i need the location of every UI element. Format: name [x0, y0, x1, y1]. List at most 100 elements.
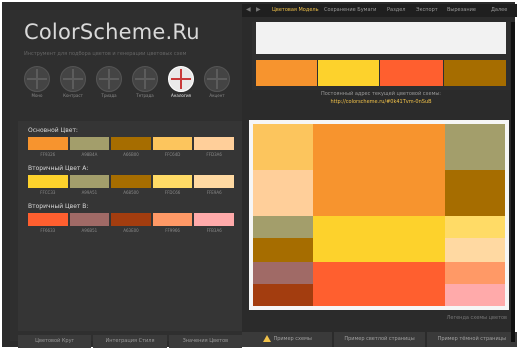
secondary-a-swatch-4[interactable]: [152, 175, 193, 188]
nav-item-cut[interactable]: Вырезание: [447, 7, 476, 13]
secondary-b-swatch-row: [28, 213, 234, 226]
tab-color-values[interactable]: Значения Цветов: [168, 335, 242, 348]
permalink-label: Постоянный адрес текущей цветовой схемы:: [320, 91, 441, 97]
app-frame: ColorScheme.Ru Инструмент для подбора цв…: [2, 2, 517, 348]
app-window: ColorScheme.Ru Инструмент для подбора цв…: [0, 0, 517, 349]
primary-code-5: FFD3A6: [206, 152, 222, 157]
scheme-mono[interactable]: Моно: [20, 64, 54, 106]
scheme-accent[interactable]: Акцент: [200, 64, 234, 106]
nav-back-icon[interactable]: ◀: [246, 6, 251, 13]
scheme-analog[interactable]: Аналогия: [164, 64, 198, 106]
secondary-b-code-1: FF6633: [40, 228, 56, 233]
preview-swatch-1: [256, 60, 317, 86]
secondary-a-code-2: A99A51: [81, 190, 98, 195]
secondary-b-title: Вторичный Цвет В:: [28, 203, 89, 210]
primary-swatch-2[interactable]: [69, 137, 110, 150]
preview-legend: Легенда схемы цветов: [446, 315, 507, 321]
right-bottom-tabs: Пример схемы Пример светлой страницы При…: [242, 332, 517, 347]
tab-scheme-example[interactable]: Пример схемы: [242, 332, 333, 347]
secondary-a-swatch-5[interactable]: [194, 175, 234, 188]
scheme-tetrad[interactable]: Тетрада: [128, 64, 162, 106]
secondary-b-code-4: FF9966: [165, 228, 180, 233]
left-bottom-tabs: Цветовой Круг Интеграция Стиля Значения …: [18, 335, 242, 348]
scheme-selector: Моно Контраст Триада Тетрада Аналогия Ак…: [20, 64, 242, 106]
preview-cell: [253, 238, 313, 262]
tab-light-page-example[interactable]: Пример светлой страницы: [334, 332, 425, 347]
primary-swatch-5[interactable]: [194, 137, 234, 150]
tetrad-wheel-icon: [132, 66, 158, 92]
secondary-b-swatch-2[interactable]: [69, 213, 110, 226]
preview-cell: [445, 124, 505, 170]
secondary-b-swatch-4[interactable]: [152, 213, 193, 226]
nav-item-section[interactable]: Раздел: [387, 7, 405, 13]
nav-item-next[interactable]: Далее: [491, 7, 507, 13]
preview-cell: [253, 284, 313, 306]
nav-item-color-model[interactable]: Цветовая Модель: [272, 7, 319, 13]
permalink-url[interactable]: http://colorscheme.ru/#0k41Tvm-0nSuB: [252, 99, 510, 105]
primary-code-row: FF9326 A98B4A A66B00 FFC64D FFD3A6: [28, 152, 234, 157]
secondary-b-code-2: A96B51: [81, 228, 98, 233]
primary-swatch-4[interactable]: [152, 137, 193, 150]
app-logo: ColorScheme.Ru: [24, 20, 200, 44]
secondary-a-code-1: FFCC33: [40, 190, 56, 195]
secondary-b-code-row: FF6633 A96B51 A63E00 FF9966 FFB3A6: [28, 228, 234, 233]
preview-cell: [253, 216, 313, 238]
secondary-a-code-5: FFE9A6: [206, 190, 222, 195]
preview-cell: [253, 170, 313, 216]
preview-cell: [313, 262, 445, 306]
secondary-a-swatch-1[interactable]: [28, 175, 68, 188]
scheme-label: Контраст: [63, 93, 83, 98]
accent-wheel-icon: [204, 66, 230, 92]
primary-code-1: FF9326: [40, 152, 56, 157]
nav-item-paper[interactable]: Сохранение Бумаги: [324, 7, 376, 13]
app-tagline: Инструмент для подбора цветов и генераци…: [24, 51, 187, 57]
primary-code-2: A98B4A: [81, 152, 98, 157]
warning-icon: [262, 335, 271, 342]
tab-scheme-example-label: Пример схемы: [273, 336, 312, 342]
top-nav: ◀ ▶ Цветовая Модель Сохранение Бумаги Ра…: [242, 4, 517, 17]
scheme-contrast[interactable]: Контраст: [56, 64, 90, 106]
nav-item-export[interactable]: Экспорт: [416, 7, 438, 13]
secondary-a-title: Вторичный Цвет А:: [28, 165, 89, 172]
scheme-label: Аналогия: [171, 93, 191, 98]
scheme-triad[interactable]: Триада: [92, 64, 126, 106]
primary-code-4: FFC64D: [164, 152, 181, 157]
secondary-b-code-5: FFB3A6: [206, 228, 222, 233]
preview-cell: [445, 170, 505, 216]
secondary-a-code-row: FFCC33 A99A51 A68500 FFDC66 FFE9A6: [28, 190, 234, 195]
preview-cell: [313, 124, 445, 216]
left-panel: ColorScheme.Ru Инструмент для подбора цв…: [10, 10, 242, 348]
primary-swatch-3[interactable]: [111, 137, 151, 150]
analog-wheel-icon: [168, 66, 194, 92]
triad-wheel-icon: [96, 66, 122, 92]
secondary-b-swatch-3[interactable]: [111, 213, 151, 226]
secondary-a-swatch-2[interactable]: [69, 175, 110, 188]
tab-style-integration[interactable]: Интеграция Стиля: [93, 335, 167, 348]
secondary-b-swatch-1[interactable]: [28, 213, 68, 226]
preview-swatch-3: [380, 60, 443, 86]
primary-code-3: A66B00: [123, 152, 139, 157]
tab-color-wheel[interactable]: Цветовой Круг: [18, 335, 92, 348]
preview-cell: [253, 124, 313, 170]
scheme-label: Моно: [31, 93, 43, 98]
right-scrollbar[interactable]: [511, 22, 515, 342]
preview-cell: [445, 284, 505, 306]
nav-forward-icon[interactable]: ▶: [256, 6, 261, 13]
preview-swatch-2: [318, 60, 379, 86]
secondary-a-swatch-3[interactable]: [111, 175, 151, 188]
preview-cell: [445, 262, 505, 284]
scheme-label: Акцент: [209, 93, 225, 98]
secondary-b-swatch-5[interactable]: [194, 213, 234, 226]
tab-dark-page-example[interactable]: Пример тёмной страницы: [426, 332, 517, 347]
preview-top: [252, 22, 510, 90]
secondary-a-code-3: A68500: [123, 190, 139, 195]
preview-light-bar: [256, 22, 506, 54]
primary-swatch-1[interactable]: [28, 137, 68, 150]
scheme-label: Триада: [101, 93, 117, 98]
preview-cell: [313, 216, 445, 262]
preview-cell: [445, 216, 505, 238]
preview-swatch-4: [444, 60, 506, 86]
contrast-wheel-icon: [60, 66, 86, 92]
palette-panel: Основной Цвет: FF9326 A98B4A A66B00 FFC6…: [18, 121, 242, 331]
scheme-label: Тетрада: [136, 93, 154, 98]
